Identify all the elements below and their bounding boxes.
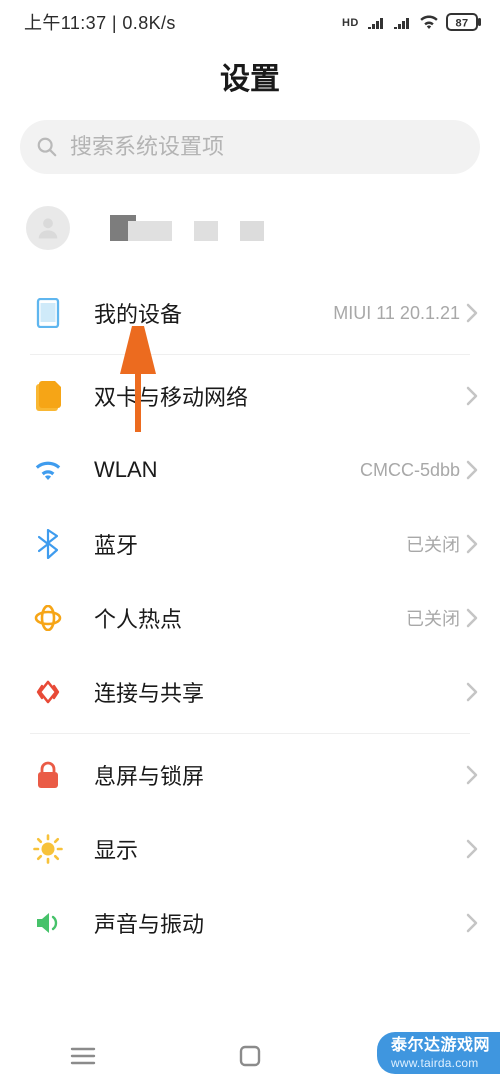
status-right: HD 87 (342, 13, 482, 31)
battery-percent: 87 (455, 18, 468, 30)
row-share[interactable]: 连接与共享 (0, 655, 500, 729)
divider (30, 733, 470, 734)
hotspot-icon (33, 605, 63, 631)
search-icon (36, 136, 58, 158)
row-label: 蓝牙 (94, 528, 406, 560)
divider (30, 354, 470, 355)
person-icon (34, 214, 62, 242)
wifi-status-icon (418, 14, 440, 30)
svg-text:HD: HD (342, 17, 359, 29)
row-label: 双卡与移动网络 (94, 380, 460, 412)
chevron-right-icon (466, 839, 478, 859)
signal-2-icon (392, 15, 412, 29)
row-bluetooth[interactable]: 蓝牙 已关闭 (0, 507, 500, 581)
avatar (26, 206, 70, 250)
status-left-text: 上午11:37 | 0.8K/s (24, 9, 176, 35)
row-display[interactable]: 显示 (0, 812, 500, 886)
row-hotspot[interactable]: 个人热点 已关闭 (0, 581, 500, 655)
bluetooth-icon (38, 529, 58, 559)
row-label: 息屏与锁屏 (94, 759, 460, 791)
device-icon (36, 298, 60, 328)
chevron-right-icon (466, 913, 478, 933)
chevron-right-icon (466, 386, 478, 406)
status-bar: 上午11:37 | 0.8K/s HD 87 (0, 0, 500, 36)
sim-icon (35, 381, 61, 411)
row-label: 声音与振动 (94, 907, 460, 939)
page-title: 设置 (0, 54, 500, 98)
search-field[interactable] (20, 120, 480, 174)
chevron-right-icon (466, 534, 478, 554)
row-value: 已关闭 (406, 531, 460, 557)
row-wlan[interactable]: WLAN CMCC-5dbb (0, 433, 500, 507)
row-label: 显示 (94, 833, 460, 865)
watermark-title: 泰尔达游戏网 (391, 1037, 490, 1054)
signal-1-icon (366, 15, 386, 29)
row-value: MIUI 11 20.1.21 (333, 303, 460, 324)
account-row[interactable] (0, 174, 500, 268)
menu-icon (70, 1046, 96, 1066)
account-name-redacted (110, 215, 264, 241)
chevron-right-icon (466, 765, 478, 785)
wifi-icon (33, 458, 63, 482)
nav-recents-button[interactable] (43, 1046, 123, 1066)
row-my-device[interactable]: 我的设备 MIUI 11 20.1.21 (0, 276, 500, 350)
nav-home-button[interactable] (210, 1045, 290, 1067)
share-icon (34, 678, 62, 706)
watermark: 泰尔达游戏网 www.tairda.com (377, 1032, 500, 1074)
row-label: 我的设备 (94, 297, 333, 329)
watermark-url: www.tairda.com (391, 1056, 490, 1070)
row-sound[interactable]: 声音与振动 (0, 886, 500, 960)
row-label: WLAN (94, 457, 360, 483)
row-sim[interactable]: 双卡与移动网络 (0, 359, 500, 433)
row-value: 已关闭 (406, 605, 460, 631)
square-icon (239, 1045, 261, 1067)
lock-icon (36, 761, 60, 789)
row-value: CMCC-5dbb (360, 460, 460, 481)
settings-list: 我的设备 MIUI 11 20.1.21 双卡与移动网络 WLAN CMCC-5… (0, 276, 500, 960)
chevron-right-icon (466, 460, 478, 480)
chevron-right-icon (466, 608, 478, 628)
speaker-icon (34, 910, 62, 936)
row-label: 个人热点 (94, 602, 406, 634)
battery-icon: 87 (446, 13, 482, 31)
hd-icon: HD (342, 15, 360, 29)
chevron-right-icon (466, 303, 478, 323)
row-lockscreen[interactable]: 息屏与锁屏 (0, 738, 500, 812)
search-input[interactable] (70, 134, 464, 160)
row-label: 连接与共享 (94, 676, 460, 708)
chevron-right-icon (466, 682, 478, 702)
sun-icon (33, 834, 63, 864)
